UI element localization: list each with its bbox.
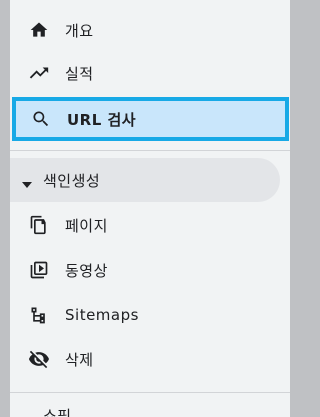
nav-item-pages[interactable]: 페이지: [10, 203, 290, 247]
caret-down-icon: [22, 175, 32, 193]
nav-item-label: 페이지: [65, 216, 108, 235]
nav-item-removals[interactable]: 삭제: [10, 337, 290, 381]
section-indexing-toggle[interactable]: 색인생성: [10, 158, 280, 202]
nav-item-url-inspection[interactable]: URL 검사: [12, 97, 289, 141]
removals-icon: [28, 348, 50, 370]
nav-item-label: URL 검사: [67, 110, 137, 129]
nav-item-video-pages[interactable]: 동영상: [10, 248, 290, 292]
nav-item-label: 동영상: [65, 261, 108, 280]
home-icon: [28, 19, 50, 41]
nav-item-label: 삭제: [65, 350, 94, 369]
nav-item-label: Sitemaps: [65, 306, 139, 324]
section-label: 색인생성: [43, 171, 101, 190]
nav-item-label: 실적: [65, 64, 94, 83]
nav-item-label: 개요: [65, 21, 94, 40]
nav-item-sitemaps[interactable]: Sitemaps: [10, 293, 290, 337]
next-section-label[interactable]: 쇼핑: [43, 405, 72, 417]
sidebar-nav: 개요 실적 URL 검사 색인생성 페이지 동영상 Sitemaps 삭제 쇼핑: [10, 0, 290, 417]
search-icon: [30, 108, 52, 130]
trending-up-icon: [28, 62, 50, 84]
sitemap-icon: [28, 304, 50, 326]
video-pages-icon: [28, 259, 50, 281]
pages-icon: [28, 214, 50, 236]
divider: [10, 150, 290, 151]
divider: [10, 392, 290, 393]
nav-item-overview[interactable]: 개요: [10, 8, 290, 52]
nav-item-performance[interactable]: 실적: [10, 51, 290, 95]
